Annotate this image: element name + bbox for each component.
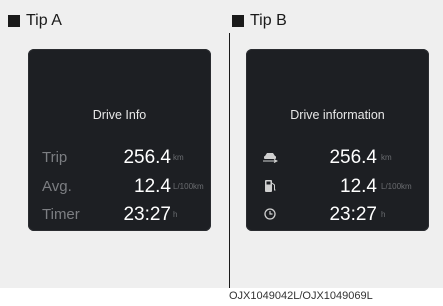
figure-code: OJX1049042L/OJX1049069L [229,290,373,302]
timer-row: Timer 23:27 h [28,204,211,226]
row-value: 12.4 [134,176,171,197]
row-unit: L/100km [381,182,412,191]
avg-row: 12.4 L/100km [246,176,429,198]
row-value: 23:27 [329,204,377,225]
row-unit: km [173,153,184,162]
row-unit: h [381,210,386,219]
row-unit: h [173,210,178,219]
row-unit: L/100km [173,182,204,191]
trip-row: 256.4 km [246,147,429,169]
row-unit: km [381,153,392,162]
square-bullet-icon [8,15,20,27]
car-trip-icon [263,153,278,163]
fuel-pump-icon [265,180,276,192]
timer-row: 23:27 h [246,204,429,226]
tip-a-text: Tip A [26,12,62,29]
screen-title: Drive information [290,108,385,122]
clock-icon [264,208,276,220]
screen-title: Drive Info [92,108,147,122]
row-value: 256.4 [329,147,377,168]
row-label: Timer [42,206,80,223]
tip-a-display-screen: Drive Info Trip 256.4 km Avg. 12.4 L/100… [28,49,211,231]
square-bullet-icon [232,15,244,27]
tip-a-label: Tip A [8,12,62,30]
tip-b-text: Tip B [250,12,287,29]
tip-b-display-screen: Drive information 256.4 km 12.4 L/100km … [246,49,429,231]
avg-row: Avg. 12.4 L/100km [28,176,211,198]
trip-row: Trip 256.4 km [28,147,211,169]
row-value: 256.4 [123,147,171,168]
row-label: Avg. [42,178,72,195]
vertical-divider [229,33,230,288]
row-label: Trip [42,149,68,166]
row-value: 23:27 [123,204,171,225]
row-value: 12.4 [340,176,377,197]
tip-b-label: Tip B [232,12,287,30]
